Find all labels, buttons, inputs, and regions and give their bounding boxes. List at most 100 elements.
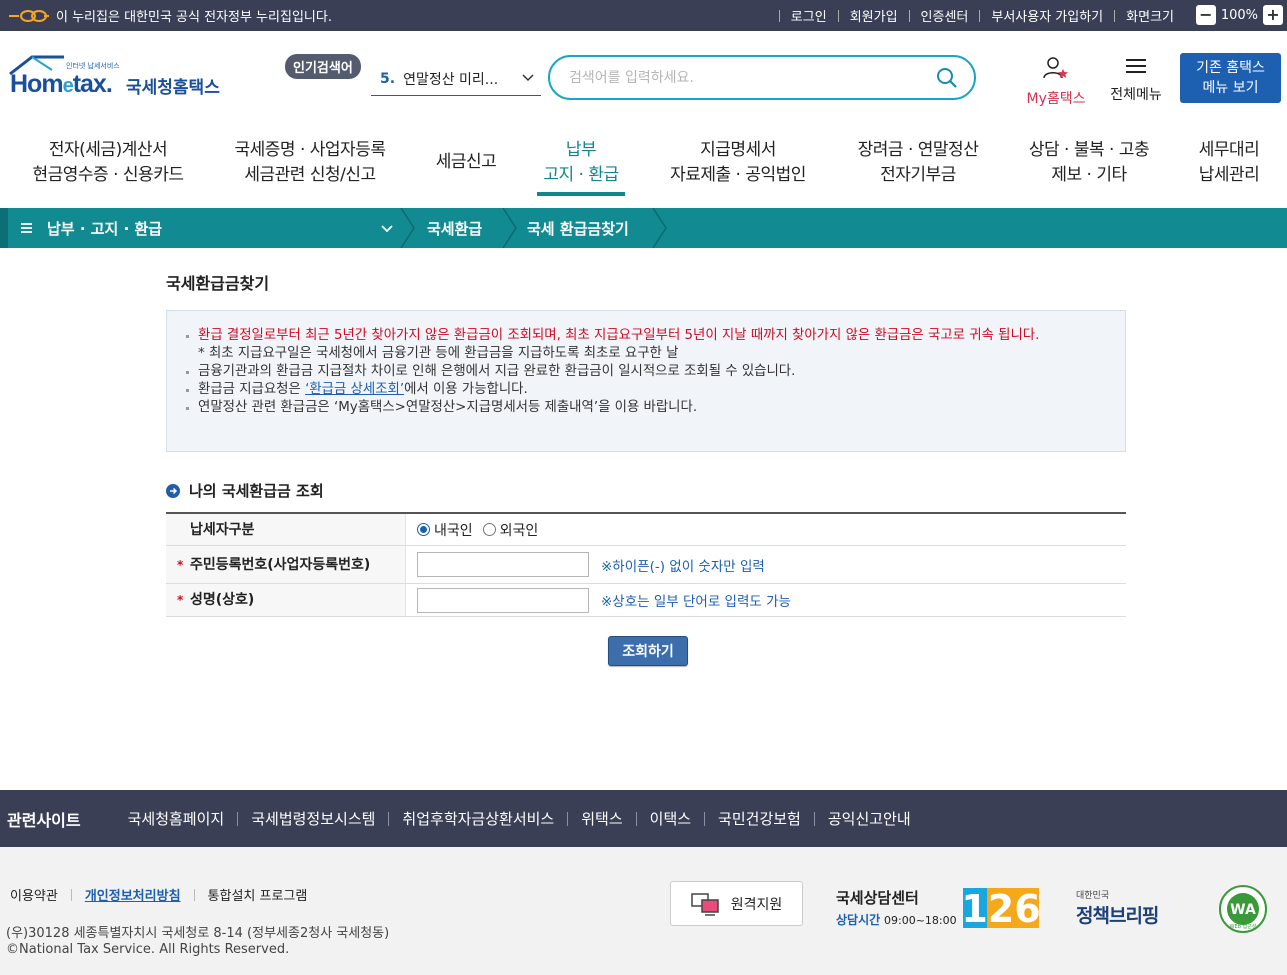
hamburger-icon [1126, 59, 1146, 73]
zoom-control: − 100% + [1195, 5, 1283, 25]
related-sites-title: 관련사이트 [7, 810, 81, 830]
radio-foreign-label[interactable]: 외국인 [500, 520, 539, 540]
logo-wordmark: Hometax. [10, 70, 113, 98]
radio-foreign[interactable] [482, 523, 496, 536]
privacy-policy-link[interactable]: 개인정보처리방침 [85, 885, 181, 904]
main-navigation: 전자(세금)계산서 현금영수증 · 신용카드 국세증명 · 사업자등록 세금관련 신… [0, 130, 1287, 200]
notice-item: 금융기관과의 환급금 지급절차 차이로 인해 은행에서 지급 완료한 환급금이 … [185, 363, 1105, 381]
breadcrumb-menu[interactable]: 납부 · 고지 · 환급 [20, 208, 398, 248]
all-menu-button[interactable]: 전체메뉴 [1104, 56, 1168, 104]
registration-number-input[interactable] [417, 552, 589, 577]
chevron-down-icon [381, 225, 393, 233]
related-link-wetax[interactable]: 위택스 [581, 808, 622, 829]
footer-address: (우)30128 세종특별자치시 국세청로 8-14 (정부세종2청사 국세청동… [6, 926, 390, 941]
hometax-logo[interactable]: 인터넷 납세서비스 Hometax. 국세청홈택스 [8, 54, 223, 104]
svg-text:WA: WA [1230, 902, 1256, 918]
nav-payment-refund[interactable]: 납부 고지 · 환급 [537, 138, 625, 188]
nav-incentive-yearend[interactable]: 장려금 · 연말정산 전자기부금 [852, 138, 984, 188]
notice-item: 연말정산 관련 환급금은 ‘My홈택스>연말정산>지급명세서등 제출내역’을 이… [185, 399, 1105, 417]
notice-sub-item: * 최초 지급요구일은 국세청에서 금융기관 등에 환급금을 지급하도록 최초로… [198, 346, 679, 361]
section-title: 나의 국세환급금 조회 [166, 480, 324, 501]
registration-number-label: * 주민등록번호(사업자등록번호) [166, 546, 406, 583]
notice-item: 환급금 지급요청은 ‘환급금 상세조회’에서 이용 가능합니다. [185, 381, 1105, 399]
breadcrumb-level3[interactable]: 국세 환급금찾기 [527, 208, 629, 248]
gov-banner-text: 이 누리집은 대한민국 공식 전자정부 누리집입니다. [56, 10, 332, 25]
popular-keyword: 연말정산 미리... [403, 72, 499, 88]
popular-rank: 5. [380, 71, 396, 87]
call-center-title: 국세상담센터 [836, 889, 919, 907]
dept-user-signup-link[interactable]: 부서사용자 가입하기 [991, 6, 1103, 25]
logo-korean-name: 국세청홈택스 [126, 78, 220, 98]
nav-tax-filing[interactable]: 세금신고 [430, 150, 502, 175]
popular-search-badge: 인기검색어 [285, 54, 361, 79]
arrow-right-circle-icon [166, 483, 180, 498]
call-center-hours: 상담시간 09:00~18:00 [836, 913, 957, 927]
zoom-out-button[interactable]: − [1195, 5, 1216, 25]
related-link-student-loan[interactable]: 취업후학자금상환서비스 [402, 808, 554, 829]
name-input[interactable] [417, 587, 589, 613]
legacy-menu-button[interactable]: 기존 홈택스 메뉴 보기 [1180, 53, 1281, 103]
required-mark: * [177, 593, 184, 607]
breadcrumb-level2[interactable]: 국세환급 [427, 208, 482, 248]
form-row-registration-number: * 주민등록번호(사업자등록번호) ※하이픈(-) 없이 숫자만 입력 [166, 546, 1126, 584]
call-center: 국세상담센터 상담시간 09:00~18:00 [836, 887, 957, 928]
breadcrumb-separator [652, 208, 667, 248]
related-link-nts[interactable]: 국세청홈페이지 [128, 808, 225, 829]
nav-e-invoice[interactable]: 전자(세금)계산서 현금영수증 · 신용카드 [29, 138, 187, 188]
nav-tax-agent[interactable]: 세무대리 납세관리 [1194, 138, 1264, 188]
nav-consult-appeal[interactable]: 상담 · 불복 · 고충 제보 · 기타 [1022, 138, 1156, 188]
my-hometax-label: My홈택스 [1026, 91, 1086, 107]
refund-search-form: 납세자구분 내국인 외국인 * 주민등록번호(사업자등록번호) ※하이픈(-) … [166, 512, 1126, 617]
footer-copyright: ©National Tax Service. All Rights Reserv… [6, 942, 290, 957]
nav-payment-statement[interactable]: 지급명세서 자료제출 · 공익법인 [665, 138, 811, 188]
my-hometax-button[interactable]: My홈택스 [1020, 56, 1092, 108]
search-icon[interactable] [936, 67, 958, 89]
refund-detail-link[interactable]: ‘환급금 상세조회’ [305, 382, 404, 397]
nav-certificate-registration[interactable]: 국세증명 · 사업자등록 세금관련 신청/신고 [229, 138, 391, 188]
related-link-whistleblow[interactable]: 공익신고안내 [828, 808, 911, 829]
svg-text:WEB 접근성: WEB 접근성 [1230, 923, 1257, 930]
related-link-tax-law[interactable]: 국세법령정보시스템 [251, 808, 375, 829]
name-label: * 성명(상호) [166, 584, 406, 616]
login-link[interactable]: 로그인 [791, 6, 827, 25]
all-menu-label: 전체메뉴 [1110, 87, 1162, 103]
remote-support-button[interactable]: 원격지원 [670, 881, 803, 926]
footer: 이용약관 개인정보처리방침 통합설치 프로그램 (우)30128 세종특별자치시… [0, 847, 1287, 975]
terms-link[interactable]: 이용약관 [10, 885, 58, 904]
web-accessibility-mark-icon: WA WEB 접근성 [1219, 885, 1267, 933]
signup-link[interactable]: 회원가입 [850, 6, 898, 25]
zoom-value: 100% [1220, 7, 1258, 23]
nav-active-underline [537, 192, 625, 196]
search-box [548, 55, 976, 100]
zoom-in-button[interactable]: + [1263, 5, 1283, 25]
taxpayer-type-label: 납세자구분 [166, 514, 406, 545]
policy-briefing-logo[interactable]: 대한민국 정책브리핑 [1076, 888, 1159, 928]
gov-symbol-icon [8, 8, 50, 24]
page-title: 국세환급금찾기 [166, 274, 270, 293]
related-link-health-insurance[interactable]: 국민건강보험 [718, 808, 801, 829]
breadcrumb-separator [400, 208, 415, 248]
install-program-link[interactable]: 통합설치 프로그램 [208, 885, 308, 904]
breadcrumb: 납부 · 고지 · 환급 국세환급 국세 환급금찾기 [0, 208, 1287, 248]
hamburger-icon [21, 223, 32, 233]
gov-banner: 이 누리집은 대한민국 공식 전자정부 누리집입니다. 로그인 회원가입 인증센… [0, 0, 1287, 31]
form-row-name: * 성명(상호) ※상호는 일부 단어로 입력도 가능 [166, 584, 1126, 617]
footer-links: 이용약관 개인정보처리방침 통합설치 프로그램 [10, 885, 307, 904]
monitor-icon [690, 892, 719, 916]
radio-domestic-label[interactable]: 내국인 [434, 520, 473, 540]
user-icon [1043, 57, 1068, 79]
call-number-126-logo: 126 [963, 888, 1039, 928]
required-mark: * [177, 557, 184, 572]
form-row-taxpayer-type: 납세자구분 내국인 외국인 [166, 514, 1126, 546]
related-sites-bar: 관련사이트 국세청홈페이지 국세법령정보시스템 취업후학자금상환서비스 위택스 … [0, 790, 1287, 847]
search-input[interactable] [569, 69, 929, 86]
chevron-down-icon [522, 74, 534, 82]
notice-item: 환급 결정일로부터 최근 5년간 찾아가지 않은 환급금이 조회되며, 최초 지… [185, 327, 1105, 345]
svg-text:126: 126 [963, 888, 1039, 928]
radio-domestic[interactable] [417, 523, 430, 536]
popular-search-select[interactable]: 5. 연말정산 미리... [371, 63, 541, 96]
search-button[interactable]: 조회하기 [608, 636, 688, 666]
cert-center-link[interactable]: 인증센터 [921, 6, 969, 25]
related-link-etax[interactable]: 이택스 [650, 808, 691, 829]
remote-support-label: 원격지원 [730, 896, 783, 913]
